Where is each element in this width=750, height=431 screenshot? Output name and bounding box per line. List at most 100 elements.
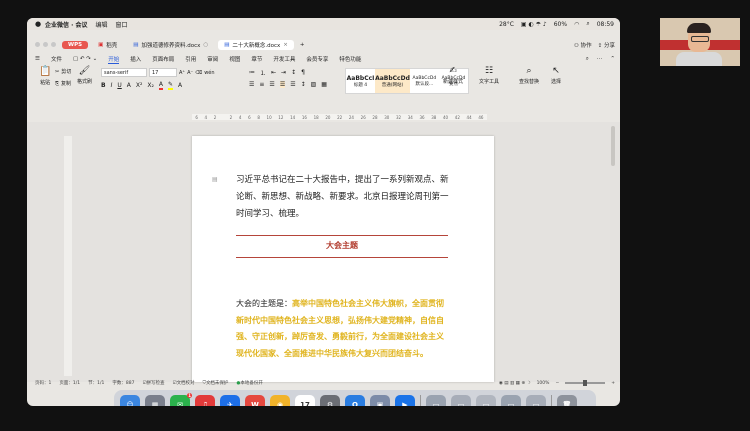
menu-tab-reference[interactable]: 引用 (185, 55, 196, 63)
zoom-slider[interactable] (565, 380, 606, 386)
status-section[interactable]: 节：1/1 (88, 380, 104, 386)
tab-doc-20th[interactable]: ▤ 二十大新概念.docx × (218, 39, 294, 50)
menu-tab-chapter[interactable]: 章节 (251, 55, 262, 63)
dock-screen-share-icon[interactable]: ▣ (370, 395, 390, 406)
status-page-of[interactable]: 页面：1/1 (59, 380, 80, 386)
style-normal-web[interactable]: AaBbCcDd 普通(网站) (375, 69, 410, 93)
style-heading4[interactable]: AaBbCcI 标题 4 (346, 69, 375, 93)
tab-doc-morals[interactable]: ▤ 加强道德修养资料.docx ○ (127, 40, 214, 50)
view-mode-icons[interactable]: ◉ ▤ ▥ ▦ ⊕ ☽ (499, 381, 531, 386)
dock-trash-icon[interactable]: 🗑 (557, 395, 577, 406)
dock-file-2-icon[interactable]: ▭ (451, 395, 471, 406)
dock-file-3-icon[interactable]: ▭ (476, 395, 496, 406)
sort-icon[interactable]: ↕ (291, 69, 296, 76)
copy-button[interactable]: ⎘ 复制 (55, 80, 71, 88)
menubar-app[interactable]: 企业微信 · 会议 (45, 20, 87, 29)
paragraph-handle-icon[interactable]: ▤ (212, 176, 218, 183)
wifi-icon[interactable]: ◠ (574, 21, 579, 28)
show-marks-icon[interactable]: ¶ (301, 69, 305, 76)
apple-icon[interactable]: ● (35, 20, 45, 28)
dock-wps-icon[interactable]: W (245, 395, 265, 406)
menu-hamburger-icon[interactable]: ☰ (35, 56, 40, 62)
new-tab-icon[interactable]: + (300, 42, 305, 48)
dock-finder-icon[interactable]: ☺ (120, 395, 140, 406)
dock-calendar-icon[interactable]: 17 (295, 395, 315, 406)
align-right-icon[interactable]: ☰ (269, 81, 274, 88)
status-pages[interactable]: 页码：1 (35, 380, 51, 386)
collapse-icon[interactable]: ⌃ (610, 56, 615, 63)
outdent-icon[interactable]: ⇤ (271, 69, 276, 76)
search-icon[interactable]: ⌕ (586, 20, 589, 28)
backup-button[interactable]: ●本地备份开 (236, 380, 262, 386)
close-window-icon[interactable] (35, 42, 40, 47)
italic-icon[interactable]: I (111, 82, 113, 89)
bullet-list-icon[interactable]: ≔ (249, 69, 255, 76)
dock-file-5-icon[interactable]: ▭ (526, 395, 546, 406)
protect-button[interactable]: ⛉文档未保护 (203, 380, 229, 386)
share-button[interactable]: ⇪ 分享 (598, 41, 615, 49)
strikethrough-icon[interactable]: A (127, 82, 131, 89)
dock-wechat-icon[interactable]: ✉ 1 (170, 393, 192, 406)
indent-icon[interactable]: ⇥ (281, 69, 286, 76)
zoom-in-icon[interactable]: + (611, 381, 615, 386)
select-button[interactable]: ↖ 选择 (551, 66, 561, 85)
shading-icon[interactable]: ▨ (311, 81, 317, 88)
style-default-para[interactable]: AaBbCcDd 默认段... (410, 69, 439, 93)
highlight-icon[interactable]: ✎ (168, 81, 174, 90)
char-border-icon[interactable]: A (178, 82, 182, 89)
dock-launchpad-icon[interactable]: ▦ (145, 395, 165, 406)
status-words[interactable]: 字数：887 (112, 380, 134, 386)
zoom-slider-thumb[interactable] (583, 380, 588, 386)
clear-format-icon[interactable]: ⌫ (195, 70, 202, 76)
font-color-icon[interactable]: A (158, 81, 164, 90)
underline-icon[interactable]: U (117, 82, 121, 89)
find-replace-button[interactable]: ⌕ 查找替换 (519, 66, 539, 85)
zoom-window-icon[interactable] (51, 42, 56, 47)
justify-icon[interactable]: ☰ (279, 81, 286, 88)
align-left-icon[interactable]: ☰ (249, 81, 254, 88)
minimize-window-icon[interactable] (43, 42, 48, 47)
text-tools-button[interactable]: ☷ 文字工具 (479, 66, 499, 85)
zoom-level[interactable]: 100% (537, 381, 550, 386)
dock-file-4-icon[interactable]: ▭ (501, 395, 521, 406)
menu-tab-layout[interactable]: 页面布局 (152, 55, 174, 63)
dock-netease-music-icon[interactable]: ♫ (195, 395, 215, 406)
line-spacing-icon[interactable]: ↕ (301, 81, 306, 88)
menu-tab-features[interactable]: 特色功能 (339, 55, 361, 63)
search-icon[interactable]: ⌕ (586, 56, 589, 63)
dock-meeting-icon[interactable]: ▶ (395, 395, 415, 406)
dock-chrome-icon[interactable]: ◉ (270, 395, 290, 406)
tab-wps-home[interactable]: WPS (62, 40, 89, 49)
section-heading[interactable]: 大会主题 (236, 240, 448, 251)
dock-qq-browser-icon[interactable]: Q (345, 395, 365, 406)
vertical-scrollbar[interactable] (611, 126, 615, 166)
dock-system-settings-icon[interactable]: ⚙ (320, 395, 340, 406)
menu-tab-view[interactable]: 视图 (229, 55, 240, 63)
menu-tab-home[interactable]: 开始 (108, 55, 120, 64)
zoom-out-icon[interactable]: − (555, 381, 559, 386)
grow-font-icon[interactable]: A⁺ (179, 70, 185, 76)
font-size-select[interactable]: 17 (149, 68, 177, 77)
distributed-icon[interactable]: ☰ (290, 81, 295, 88)
paste-button[interactable]: 📋 粘贴 (39, 66, 51, 86)
close-tab-icon[interactable]: × (283, 42, 288, 48)
bold-icon[interactable]: B (101, 82, 106, 89)
cut-button[interactable]: ✂ 剪切 (55, 68, 71, 76)
menu-tab-member[interactable]: 会员专享 (306, 55, 328, 63)
more-icon[interactable]: ⋯ (597, 56, 603, 63)
menu-file[interactable]: 文件 (51, 55, 62, 63)
menubar-item-window[interactable]: 窗口 (115, 20, 127, 29)
spell-check-button[interactable]: ☑拼写检查 (142, 380, 164, 386)
menubar-item-edit[interactable]: 编辑 (95, 20, 107, 29)
theme-paragraph[interactable]: 大会的主题是：高举中国特色社会主义伟大旗帜，全面贯彻新时代中国特色社会主义思想，… (236, 296, 451, 362)
dock-file-1-icon[interactable]: ▭ (426, 395, 446, 406)
numbered-list-icon[interactable]: ⒈ (260, 68, 266, 77)
menu-tab-insert[interactable]: 插入 (130, 55, 141, 63)
menu-tab-devtools[interactable]: 开发工具 (273, 55, 295, 63)
quick-access-icons[interactable]: ▢ ↶ ↷ ⌄ (73, 56, 97, 62)
shrink-font-icon[interactable]: A⁻ (187, 70, 193, 76)
doc-check-button[interactable]: ☑文档校对 (173, 380, 195, 386)
superscript-icon[interactable]: X² (136, 82, 143, 89)
menu-tab-review[interactable]: 审阅 (207, 55, 218, 63)
border-icon[interactable]: ▦ (321, 81, 327, 88)
